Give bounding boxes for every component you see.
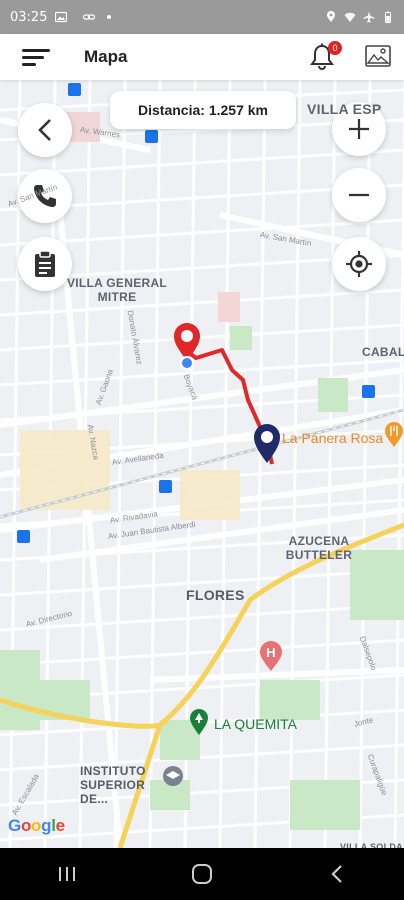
area-label-villa-esp: VILLA ESP (307, 101, 382, 117)
back-button[interactable] (18, 103, 72, 157)
recents-button[interactable] (42, 854, 92, 894)
battery-icon (385, 11, 391, 23)
dot-icon (107, 15, 112, 19)
my-location-button[interactable] (332, 237, 386, 291)
google-attribution: Google (8, 816, 65, 835)
gallery-notification-icon (55, 11, 68, 23)
home-button[interactable] (177, 854, 227, 894)
page-title: Mapa (84, 47, 128, 66)
area-label-caball: CABALL (362, 345, 404, 359)
link-notification-icon (83, 14, 96, 20)
location-icon (327, 11, 335, 22)
area-label-instituto: INSTITUTO SUPERIOR DE... (80, 764, 146, 806)
svg-text:H: H (266, 645, 275, 660)
poi-label-la-panera-rosa: La Panera Rosa (282, 430, 384, 446)
notification-badge: 0 (328, 41, 342, 55)
recents-icon (59, 867, 76, 881)
poi-label-la-quemita: LA QUEMITA (214, 716, 297, 732)
system-nav-bar (0, 848, 404, 900)
distance-label: Distancia: 1.257 km (110, 91, 296, 129)
hospital-pin-icon: H (260, 641, 282, 671)
destination-pin-icon (254, 424, 280, 463)
area-label-azucena-butteler: AZUCENA BUTTELER (285, 534, 353, 562)
area-label-villa-sold: VILLA SOLDA (340, 842, 403, 848)
airplane-icon (363, 11, 375, 23)
status-time: 03:25 (10, 9, 48, 25)
notifications-button[interactable]: 0 (308, 41, 342, 72)
wifi-icon (344, 12, 356, 22)
minus-icon (349, 193, 369, 197)
map-view[interactable]: Distancia: 1.257 km VILLA ESP VILLA GENE… (0, 80, 404, 848)
home-icon (191, 864, 212, 884)
area-label-flores: FLORES (186, 587, 245, 603)
school-pin-icon (163, 766, 183, 786)
system-back-button[interactable] (312, 854, 362, 894)
plus-icon (349, 119, 369, 139)
my-location-icon (346, 251, 372, 277)
clipboard-icon (35, 250, 55, 277)
zoom-out-button[interactable] (332, 168, 386, 222)
chevron-left-icon (38, 119, 51, 141)
menu-icon[interactable] (22, 45, 52, 69)
image-icon[interactable] (365, 45, 391, 67)
status-bar: 03:25 (0, 0, 404, 34)
area-label-villa-general-mitre: VILLA GENERAL MITRE (66, 276, 168, 304)
app-bar: Mapa 0 (0, 34, 404, 80)
current-location-dot (180, 356, 194, 370)
back-icon (331, 865, 342, 883)
restaurant-pin-icon (385, 422, 403, 447)
park-pin-icon (190, 709, 208, 735)
